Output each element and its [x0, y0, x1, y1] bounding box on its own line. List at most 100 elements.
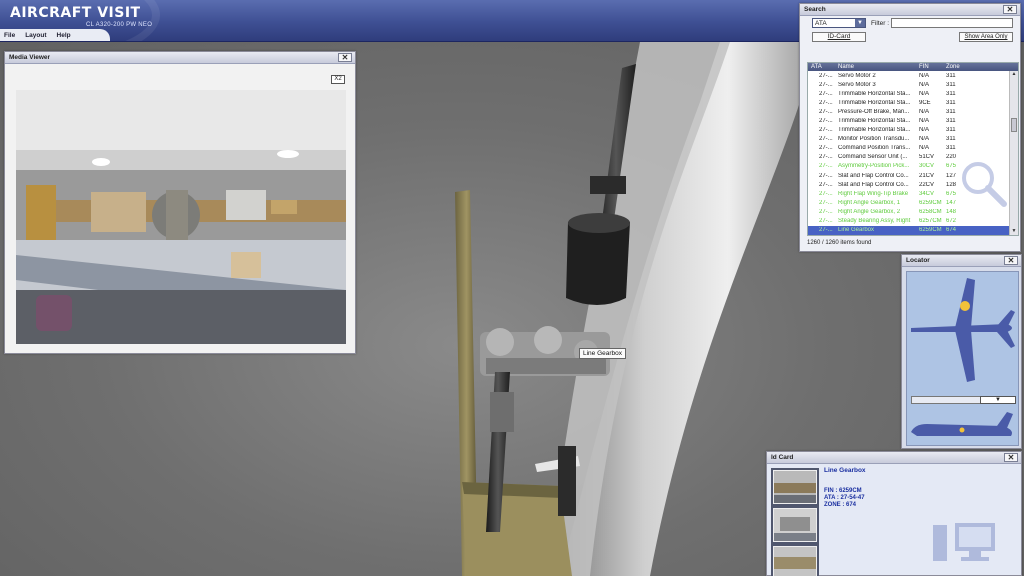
result-row[interactable]: 27-... Command Position Trans... N/A 311: [808, 144, 1018, 153]
result-zone: 311: [946, 136, 956, 143]
app-title: AIRCRAFT VISIT: [10, 5, 141, 21]
result-name: Trimmable Horizontal Sta...: [838, 127, 911, 134]
object-tooltip: Line Gearbox: [579, 348, 627, 359]
bracket-upper: [590, 176, 626, 194]
locator-slider[interactable]: ▼: [911, 396, 1016, 404]
result-ata: 27-...: [819, 81, 833, 88]
result-zone: 311: [946, 145, 956, 152]
result-row[interactable]: 27-... Right Angle Gearbox, 2 6258CM 148: [808, 207, 1018, 216]
computer-watermark-icon: [933, 523, 995, 561]
result-name: Servo Motor 2: [838, 72, 876, 79]
scroll-down-icon[interactable]: ▼: [1010, 228, 1018, 235]
result-row[interactable]: 27-... Trimmable Horizontal Sta... N/A 311: [808, 126, 1018, 135]
results-body: 27-... Servo Motor 2 N/A 311 27-... Servo Mot…: [808, 71, 1018, 235]
thumbnail[interactable]: [773, 508, 817, 542]
scroll-thumb[interactable]: [1011, 118, 1017, 132]
result-ata: 27-...: [819, 154, 833, 161]
column-ata[interactable]: ATA: [808, 64, 838, 70]
results-scrollbar[interactable]: ▲ ▼: [1009, 71, 1018, 235]
id-card-close-button[interactable]: ✕: [1004, 453, 1018, 462]
close-icon: ✕: [1007, 255, 1015, 265]
result-fin: 9CE: [919, 99, 931, 106]
locator-panel: Locator ✕ ▼: [901, 254, 1022, 449]
result-name: Steady Bearing Assy, Right: [838, 218, 911, 225]
column-fin[interactable]: FIN: [919, 64, 946, 70]
menu-file[interactable]: File: [4, 32, 15, 39]
menu-layout[interactable]: Layout: [25, 32, 46, 39]
scroll-up-icon[interactable]: ▲: [1010, 71, 1018, 78]
component-zone: ZONE : 674: [824, 502, 857, 508]
result-fin: N/A: [919, 118, 930, 125]
zoom-x2-button[interactable]: X2: [331, 75, 345, 84]
result-name: Command Sensor Unit (...: [838, 154, 908, 161]
menu-help[interactable]: Help: [57, 32, 71, 39]
locator-slider-knob[interactable]: ▼: [980, 396, 1016, 404]
result-row[interactable]: 27-... Monitor Position Transdu... N/A 311: [808, 135, 1018, 144]
result-fin: N/A: [919, 145, 930, 152]
search-close-button[interactable]: ✕: [1003, 5, 1017, 14]
app-subtitle: CL A320-200 PW NEO: [86, 22, 153, 28]
result-zone: 311: [946, 90, 956, 97]
result-ata: 27-...: [819, 108, 833, 115]
media-viewer-titlebar[interactable]: Media Viewer ✕: [5, 52, 355, 64]
show-area-only-button[interactable]: Show Area Only: [959, 32, 1013, 42]
result-ata: 27-...: [819, 163, 833, 170]
result-name: Slat and Flap Control Co...: [838, 172, 909, 179]
close-icon: ✕: [1007, 452, 1015, 462]
thumbnail[interactable]: [773, 470, 817, 504]
aircraft-side-view: [911, 412, 1013, 436]
component-photo[interactable]: [16, 90, 346, 344]
result-row[interactable]: 27-... Servo Motor 3 N/A 311: [808, 80, 1018, 89]
column-zone[interactable]: Zone: [946, 64, 976, 70]
result-ata: 27-...: [819, 99, 833, 106]
aircraft-top-view: [911, 278, 1015, 382]
result-name: Trimmable Horizontal Sta...: [838, 99, 911, 106]
column-name[interactable]: Name: [838, 64, 919, 70]
search-panel: Search ✕ ATA ▼ Filter : ID-Card Show Are…: [799, 3, 1021, 252]
locator-close-button[interactable]: ✕: [1004, 256, 1018, 265]
filter-label: Filter :: [871, 20, 890, 27]
result-fin: N/A: [919, 108, 930, 115]
location-marker-icon: [960, 301, 970, 311]
result-zone: 311: [946, 108, 956, 115]
component-name: Line Gearbox: [824, 467, 866, 474]
menu-bar: File Layout Help: [0, 29, 110, 41]
media-viewer-panel: Media Viewer ✕ X2: [4, 51, 356, 354]
id-card-panel: Id Card ✕ Line Gearbox FIN : 6259CM ATA …: [766, 451, 1022, 576]
result-row[interactable]: 27-... Trimmable Horizontal Sta... N/A 311: [808, 89, 1018, 98]
result-fin: 6259CM: [919, 199, 942, 206]
result-name: Asymmetry-Position Pick...: [838, 163, 910, 170]
result-row[interactable]: 27-... Line Gearbox 6259CM 674: [808, 225, 1018, 235]
result-name: Slat and Flap Control Co...: [838, 181, 909, 188]
result-ata: 27-...: [819, 218, 833, 225]
locator-titlebar[interactable]: Locator ✕: [902, 255, 1021, 267]
results-list[interactable]: ATA Name FIN Zone 27-... Servo Motor 2 N/A…: [807, 62, 1019, 236]
result-row[interactable]: 27-... Servo Motor 2 N/A 311: [808, 71, 1018, 80]
result-fin: 22CV: [919, 181, 935, 188]
result-row[interactable]: 27-... Steady Bearing Assy, Right 6257CM 67…: [808, 217, 1018, 226]
result-fin: N/A: [919, 127, 930, 134]
result-fin: 21CV: [919, 172, 935, 179]
locator-view[interactable]: ▼: [906, 271, 1019, 446]
id-card-titlebar[interactable]: Id Card ✕: [767, 452, 1021, 464]
search-titlebar[interactable]: Search ✕: [800, 4, 1020, 16]
result-ata: 27-...: [819, 118, 833, 125]
thumbnail[interactable]: [773, 546, 817, 576]
items-found-count: 1260 / 1260 items found: [807, 240, 872, 246]
result-row[interactable]: 27-... Trimmable Horizontal Sta... N/A 311: [808, 116, 1018, 125]
result-fin: N/A: [919, 72, 930, 79]
photo-thumbnails[interactable]: [771, 468, 819, 576]
result-fin: 34CV: [919, 190, 935, 197]
component-fin: FIN : 6259CM: [824, 488, 862, 494]
filter-input[interactable]: [891, 18, 1013, 28]
close-icon: ✕: [1006, 4, 1014, 14]
result-ata: 27-...: [819, 72, 833, 79]
result-row[interactable]: 27-... Pressure-Off Brake, Man... N/A 311: [808, 107, 1018, 116]
result-name: Monitor Position Transdu...: [838, 136, 910, 143]
result-ata: 27-...: [819, 172, 833, 179]
id-card-button[interactable]: ID-Card: [812, 32, 866, 42]
result-row[interactable]: 27-... Trimmable Horizontal Sta... 9CE 311: [808, 98, 1018, 107]
media-viewer-close-button[interactable]: ✕: [338, 53, 352, 62]
ata-dropdown[interactable]: ATA ▼: [812, 18, 866, 28]
cylinder-top: [568, 213, 630, 233]
